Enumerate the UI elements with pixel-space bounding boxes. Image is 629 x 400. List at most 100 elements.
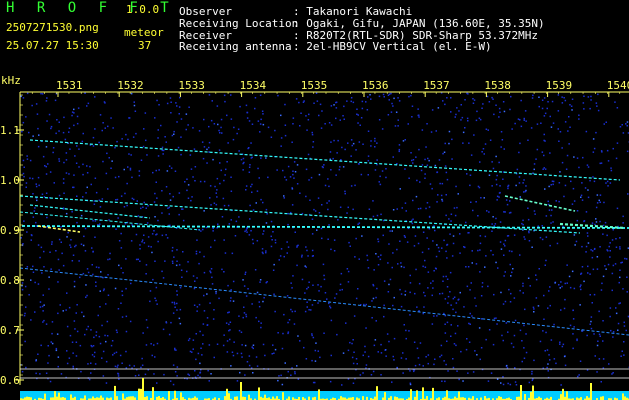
noise-dot <box>181 276 183 278</box>
noise-dot <box>203 118 205 121</box>
noise-dot <box>416 347 419 350</box>
noise-dot <box>261 248 264 250</box>
noise-dot <box>166 170 169 172</box>
noise-dot <box>180 118 183 120</box>
noise-dot <box>450 111 452 113</box>
noise-dot <box>513 334 516 337</box>
noise-dot <box>500 291 502 294</box>
noise-dot <box>81 311 83 314</box>
noise-dot <box>57 365 59 368</box>
noise-dot <box>192 127 194 129</box>
noise-dot <box>222 344 225 347</box>
noise-dot <box>450 324 452 326</box>
noise-dot <box>35 225 37 227</box>
noise-dot <box>349 341 351 344</box>
noise-dot <box>111 160 113 162</box>
noise-dot <box>374 137 376 140</box>
noise-dot <box>202 343 204 345</box>
noise-dot <box>224 252 227 254</box>
noise-dot <box>156 382 158 384</box>
noise-dot <box>45 146 48 148</box>
noise-dot <box>109 252 111 255</box>
noise-dot <box>574 244 576 246</box>
noise-dot <box>543 294 545 297</box>
noise-dot <box>252 344 255 346</box>
noise-dot <box>419 207 422 210</box>
noise-dot <box>188 106 190 108</box>
noise-dot <box>590 320 592 323</box>
noise-dot <box>185 128 187 131</box>
noise-dot <box>82 196 84 198</box>
noise-dot <box>49 171 52 173</box>
noise-dot <box>157 137 159 139</box>
noise-dot <box>364 351 366 353</box>
noise-dot <box>157 240 159 243</box>
noise-dot <box>277 332 279 334</box>
power-spike <box>538 396 540 400</box>
noise-dot <box>475 201 477 203</box>
noise-dot <box>58 130 60 132</box>
noise-dot <box>114 146 116 149</box>
noise-dot <box>463 306 465 308</box>
noise-dot <box>48 354 50 357</box>
unit-label: kHz <box>1 74 21 87</box>
noise-dot <box>203 180 206 183</box>
noise-dot <box>435 268 437 270</box>
noise-dot <box>539 236 542 239</box>
noise-dot <box>274 239 277 241</box>
noise-dot <box>602 224 605 227</box>
noise-dot <box>544 112 547 115</box>
noise-dot <box>287 332 289 335</box>
noise-dot <box>210 119 213 122</box>
noise-dot <box>576 157 579 159</box>
noise-dot <box>138 174 141 177</box>
noise-dot <box>247 147 249 150</box>
noise-dot <box>328 200 330 202</box>
noise-dot <box>525 333 527 335</box>
noise-dot <box>111 340 114 342</box>
noise-dot <box>58 158 60 160</box>
noise-dot <box>543 97 546 99</box>
noise-dot <box>107 188 109 190</box>
noise-dot <box>478 327 481 329</box>
noise-dot <box>404 236 406 238</box>
noise-dot <box>471 315 473 317</box>
noise-dot <box>94 177 97 179</box>
noise-dot <box>58 194 61 197</box>
noise-dot <box>414 292 416 295</box>
noise-dot <box>276 169 278 171</box>
noise-dot <box>143 128 145 130</box>
noise-dot <box>130 92 133 95</box>
noise-dot <box>248 234 251 236</box>
noise-dot <box>586 369 589 371</box>
noise-dot <box>22 159 25 162</box>
noise-dot <box>179 286 182 289</box>
noise-dot <box>468 142 470 144</box>
noise-dot <box>94 351 96 354</box>
noise-dot <box>92 345 95 347</box>
noise-dot <box>335 293 338 295</box>
noise-dot <box>145 319 148 321</box>
noise-dot <box>55 347 58 350</box>
noise-dot <box>550 184 552 186</box>
noise-dot <box>307 119 310 121</box>
noise-dot <box>609 307 612 309</box>
noise-dot <box>95 266 98 268</box>
noise-dot <box>375 296 377 299</box>
noise-dot <box>399 240 401 242</box>
noise-dot <box>222 197 225 200</box>
noise-dot <box>472 209 474 212</box>
noise-dot <box>169 199 172 201</box>
noise-dot <box>449 233 451 235</box>
noise-dot <box>215 203 218 206</box>
noise-dot <box>265 157 267 159</box>
noise-dot <box>606 149 609 152</box>
noise-dot <box>460 350 462 353</box>
noise-dot <box>212 158 214 161</box>
noise-dot <box>555 362 557 365</box>
noise-dot <box>442 280 444 282</box>
noise-dot <box>590 95 592 98</box>
noise-dot <box>397 263 399 265</box>
noise-dot <box>466 285 469 288</box>
noise-dot <box>304 292 306 294</box>
